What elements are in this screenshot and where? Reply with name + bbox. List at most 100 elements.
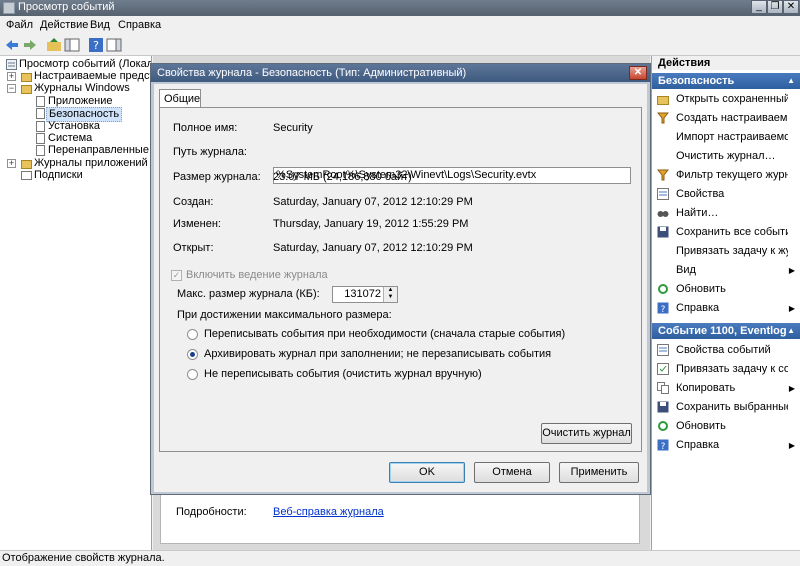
radio-archive[interactable] <box>187 349 198 360</box>
up-folder-icon[interactable] <box>46 37 62 53</box>
show-hide-action-pane-icon[interactable] <box>106 37 122 53</box>
collapse-icon[interactable]: − <box>7 84 16 93</box>
enable-logging-label: Включить ведение журнала <box>186 269 328 281</box>
svg-text:?: ? <box>661 305 666 314</box>
menu-help[interactable]: Справка <box>118 19 161 31</box>
action-item[interactable]: Найти… <box>652 204 800 223</box>
created-label: Создан: <box>173 196 214 208</box>
navigation-tree: Просмотр событий (Локальный) + Настраива… <box>0 56 152 550</box>
menu-file[interactable]: Файл <box>6 19 33 31</box>
action-item[interactable]: Открыть сохраненный … <box>652 90 800 109</box>
action-item[interactable]: Вид ▶ <box>652 261 800 280</box>
radio-do-not-overwrite-label: Не переписывать события (очистить журнал… <box>204 368 482 380</box>
folder-icon <box>21 160 32 169</box>
help-icon: ? <box>657 302 669 314</box>
menu-view[interactable]: Вид <box>90 19 110 31</box>
collapse-triangle-icon[interactable]: ▲ <box>787 73 795 89</box>
spinner-arrows-icon[interactable]: ▲ ▼ <box>383 287 397 302</box>
show-hide-tree-icon[interactable] <box>64 37 80 53</box>
max-size-value: 131072 <box>344 288 381 300</box>
save-icon <box>657 226 669 238</box>
forward-arrow-icon[interactable] <box>22 37 38 53</box>
web-help-link[interactable]: Веб-справка журнала <box>273 506 384 518</box>
help-icon[interactable]: ? <box>88 37 104 53</box>
action-item-label: Обновить <box>676 420 726 432</box>
full-name-value: Security <box>273 122 313 134</box>
action-item-label: Свойства событий <box>676 344 771 356</box>
action-item[interactable]: Обновить <box>652 417 800 436</box>
radio-do-not-overwrite[interactable] <box>187 369 198 380</box>
action-item-label: Очистить журнал… <box>676 150 776 162</box>
window-close-button[interactable]: ✕ <box>783 0 799 14</box>
menu-action[interactable]: Действие <box>40 19 88 31</box>
dialog-title: Свойства журнала - Безопасность (Тип: Ад… <box>151 64 650 82</box>
actions-section-security[interactable]: Безопасность ▲ <box>652 73 800 89</box>
folder-icon <box>21 73 32 82</box>
tree-item-subscriptions[interactable]: Подписки <box>0 169 150 182</box>
max-size-stepper[interactable]: 131072 ▲ ▼ <box>332 286 398 303</box>
ok-button[interactable]: OK <box>389 462 465 483</box>
minimize-button[interactable]: _ <box>751 0 767 14</box>
restore-button[interactable]: ❐ <box>767 0 783 14</box>
log-icon <box>36 96 45 107</box>
action-item[interactable]: Привязать задачу к жу… <box>652 242 800 261</box>
tree-item-label: Подписки <box>34 169 83 181</box>
action-item[interactable]: Сохранить все события… <box>652 223 800 242</box>
actions-section-event[interactable]: Событие 1100, Eventlog ▲ <box>652 323 800 339</box>
menu-bar: Файл Действие Вид Справка <box>0 16 800 34</box>
back-arrow-icon[interactable] <box>4 37 20 53</box>
details-label: Подробности: <box>176 506 247 518</box>
copy-icon <box>657 382 669 394</box>
max-size-label: Макс. размер журнала (КБ): <box>177 288 320 300</box>
action-item[interactable]: Копировать ▶ <box>652 379 800 398</box>
dialog-close-button[interactable]: ✕ <box>629 66 647 80</box>
tree-item-forwarded[interactable]: Перенаправленные собы <box>0 144 151 157</box>
action-item-label: Привязать задачу к соб… <box>676 363 788 375</box>
collapse-triangle-icon[interactable]: ▲ <box>787 323 795 339</box>
clear-log-button[interactable]: Очистить журнал <box>541 423 632 444</box>
action-item[interactable]: Импорт настраиваемого… <box>652 128 800 147</box>
radio-overwrite[interactable] <box>187 329 198 340</box>
toolbar: ? <box>0 34 800 56</box>
action-item[interactable]: ? Справка ▶ <box>652 436 800 455</box>
cancel-button[interactable]: Отмена <box>474 462 550 483</box>
action-item-label: Справка <box>676 439 720 451</box>
action-item-label: Свойства <box>676 188 725 200</box>
expand-icon[interactable]: + <box>7 72 16 81</box>
log-icon <box>36 121 45 132</box>
action-item[interactable]: Привязать задачу к соб… <box>652 360 800 379</box>
action-item-label: Вид <box>676 264 696 276</box>
action-item-label: Сохранить все события… <box>676 226 788 238</box>
action-item[interactable]: Обновить <box>652 280 800 299</box>
action-item[interactable]: Свойства событий <box>652 341 800 360</box>
action-item[interactable]: Сохранить выбранные … <box>652 398 800 417</box>
section-title: Безопасность <box>658 75 735 87</box>
apply-button[interactable]: Применить <box>559 462 639 483</box>
tab-general[interactable]: Общие <box>159 89 201 108</box>
path-label: Путь журнала: <box>173 146 247 158</box>
expand-icon[interactable]: + <box>7 159 16 168</box>
event-viewer-app-icon <box>3 2 15 14</box>
action-item[interactable]: Свойства <box>652 185 800 204</box>
window-titlebar: Просмотр событий _ ❐ ✕ <box>0 0 800 16</box>
action-item[interactable]: ? Справка ▶ <box>652 299 800 318</box>
submenu-arrow-icon: ▶ <box>788 441 795 450</box>
enable-logging-checkbox[interactable]: ✓ <box>171 270 182 281</box>
actions-title: Действия <box>652 56 800 70</box>
action-item-label: Фильтр текущего журн… <box>676 169 788 181</box>
radio-archive-label: Архивировать журнал при заполнении; не п… <box>204 348 552 360</box>
tree-item-windows-logs[interactable]: − Журналы Windows <box>0 82 150 95</box>
tree-item-security[interactable]: Безопасность <box>0 107 150 122</box>
submenu-arrow-icon: ▶ <box>788 304 795 313</box>
action-item[interactable]: Создать настраиваемо… <box>652 109 800 128</box>
action-item[interactable]: Очистить журнал… <box>652 147 800 166</box>
action-item[interactable]: Фильтр текущего журн… <box>652 166 800 185</box>
refresh-icon <box>658 421 668 431</box>
log-details-panel: Подробности: Веб-справка журнала <box>160 490 640 544</box>
action-item-label: Импорт настраиваемого… <box>676 131 788 143</box>
filter-icon <box>657 112 669 124</box>
actions-pane: Действия Безопасность ▲ Открыть сохранен… <box>651 56 800 550</box>
properties-icon <box>657 188 669 200</box>
tree-item-label: Перенаправленные собы <box>48 144 151 156</box>
folder-open-icon <box>657 96 669 105</box>
